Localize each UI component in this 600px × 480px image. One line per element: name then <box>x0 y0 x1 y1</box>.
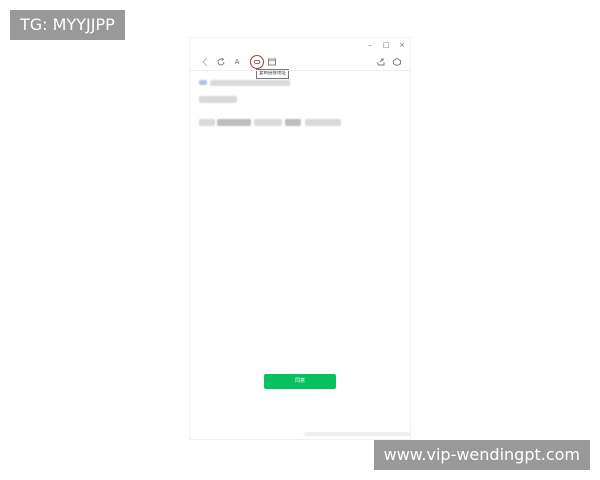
refresh-icon[interactable] <box>214 55 228 69</box>
blurred-title <box>210 80 290 86</box>
blurred-text-2 <box>217 119 251 126</box>
blurred-subtitle <box>199 96 237 103</box>
toolbar: A <box>190 54 410 70</box>
watermark-top-left: TG: MYYJJPP <box>10 10 125 40</box>
back-icon[interactable] <box>198 55 212 69</box>
blurred-footer <box>304 432 410 436</box>
toolbar-divider <box>190 70 410 71</box>
agree-button[interactable]: 同意 <box>264 374 336 389</box>
blurred-text-1 <box>199 119 215 126</box>
extension-icon[interactable] <box>390 55 404 69</box>
copy-link-button[interactable] <box>250 55 264 69</box>
open-in-browser-icon[interactable] <box>265 55 279 69</box>
close-icon[interactable]: × <box>398 41 406 49</box>
share-icon[interactable] <box>374 55 388 69</box>
link-icon <box>253 60 261 64</box>
blurred-text-4 <box>285 119 301 126</box>
blurred-avatar <box>199 80 207 85</box>
window-controls: – □ × <box>366 41 406 49</box>
blurred-text-5 <box>305 119 341 126</box>
blurred-text-3 <box>254 119 282 126</box>
maximize-icon[interactable]: □ <box>382 41 390 49</box>
font-size-button[interactable]: A <box>230 55 244 69</box>
watermark-bottom-right: www.vip-wendingpt.com <box>373 440 590 470</box>
minimize-icon[interactable]: – <box>366 41 374 49</box>
font-size-label: A <box>234 58 240 66</box>
browser-window: – □ × A 复制链接地址 同意 <box>189 37 411 440</box>
